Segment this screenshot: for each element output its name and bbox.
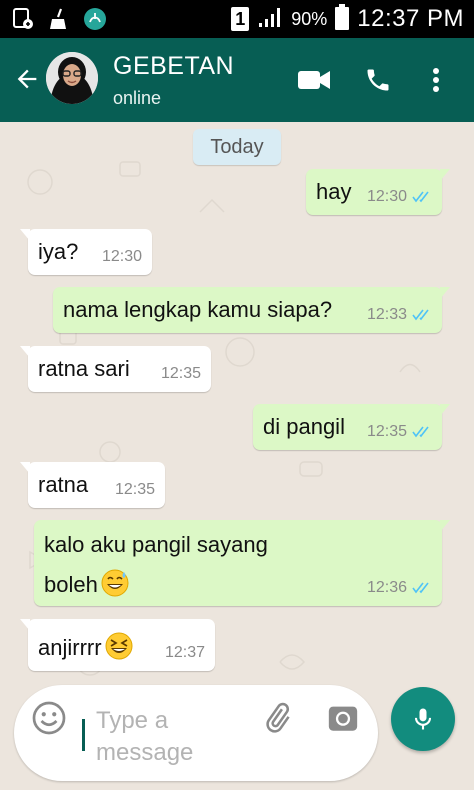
more-vert-icon[interactable] bbox=[416, 60, 456, 100]
back-arrow-icon[interactable] bbox=[10, 62, 44, 96]
attach-icon[interactable] bbox=[258, 699, 296, 737]
islamic-app-icon bbox=[82, 6, 108, 32]
double-check-icon bbox=[412, 426, 429, 438]
message-time: 12:33 bbox=[366, 306, 407, 323]
message-text: ratna bbox=[38, 472, 89, 497]
sim-icon: 1 bbox=[231, 7, 250, 31]
mic-icon[interactable] bbox=[391, 687, 455, 751]
message-bubble-incoming[interactable]: ratna sari 12:35 bbox=[20, 346, 211, 392]
battery-icon bbox=[335, 3, 350, 35]
message-bubble-incoming[interactable]: anjirrrr 12:37 bbox=[20, 619, 215, 671]
screenshot-icon bbox=[10, 6, 36, 32]
laughing-emoji bbox=[105, 632, 133, 660]
battery-percent: 90% bbox=[291, 8, 328, 29]
signal-icon bbox=[257, 5, 283, 34]
message-text: iya? bbox=[38, 239, 79, 264]
message-bubble-outgoing[interactable]: hay 12:30 bbox=[306, 169, 450, 215]
contact-status: online bbox=[113, 88, 162, 108]
message-text: nama lengkap kamu siapa? bbox=[63, 297, 333, 322]
message-text: ratna sari bbox=[38, 356, 130, 381]
sweat-smile-emoji bbox=[101, 569, 129, 597]
message-time: 12:36 bbox=[366, 579, 407, 596]
video-call-icon[interactable] bbox=[294, 60, 334, 100]
message-text-line1: kalo aku pangil sayang bbox=[44, 532, 268, 557]
message-bubble-outgoing[interactable]: nama lengkap kamu siapa? 12:33 bbox=[53, 287, 450, 333]
double-check-icon bbox=[412, 191, 429, 203]
status-bar: 1 90% 12:37 PM bbox=[0, 0, 474, 38]
emoji-icon[interactable] bbox=[30, 699, 68, 737]
message-bubble-outgoing[interactable]: di pangil 12:35 bbox=[253, 404, 450, 450]
chat-header: GEBETAN online bbox=[0, 38, 474, 122]
message-time: 12:30 bbox=[366, 188, 407, 205]
message-time: 12:35 bbox=[114, 481, 155, 498]
camera-icon[interactable] bbox=[324, 699, 362, 737]
message-time: 12:37 bbox=[164, 644, 205, 661]
message-text: di pangil bbox=[263, 414, 345, 439]
phone-call-icon[interactable] bbox=[358, 60, 398, 100]
cleaner-icon bbox=[46, 6, 72, 32]
message-bubble-incoming[interactable]: ratna 12:35 bbox=[20, 462, 165, 508]
double-check-icon bbox=[412, 582, 429, 594]
double-check-icon bbox=[412, 309, 429, 321]
contact-name[interactable]: GEBETAN bbox=[113, 52, 234, 81]
avatar[interactable] bbox=[46, 52, 98, 104]
text-cursor bbox=[82, 719, 85, 751]
message-time: 12:35 bbox=[160, 365, 201, 382]
message-text: anjirrrr bbox=[38, 635, 102, 660]
message-time: 12:30 bbox=[101, 248, 142, 265]
message-bubble-incoming[interactable]: iya? 12:30 bbox=[20, 229, 152, 275]
message-input[interactable]: Type a message bbox=[96, 705, 216, 769]
message-composer: Type a message bbox=[14, 685, 378, 781]
message-text: hay bbox=[316, 179, 352, 204]
message-text-line2: boleh bbox=[44, 572, 98, 597]
message-time: 12:35 bbox=[366, 423, 407, 440]
clock: 12:37 PM bbox=[357, 5, 464, 32]
date-divider: Today bbox=[193, 129, 281, 165]
message-bubble-outgoing[interactable]: kalo aku pangil sayang boleh 12:36 bbox=[34, 520, 450, 606]
